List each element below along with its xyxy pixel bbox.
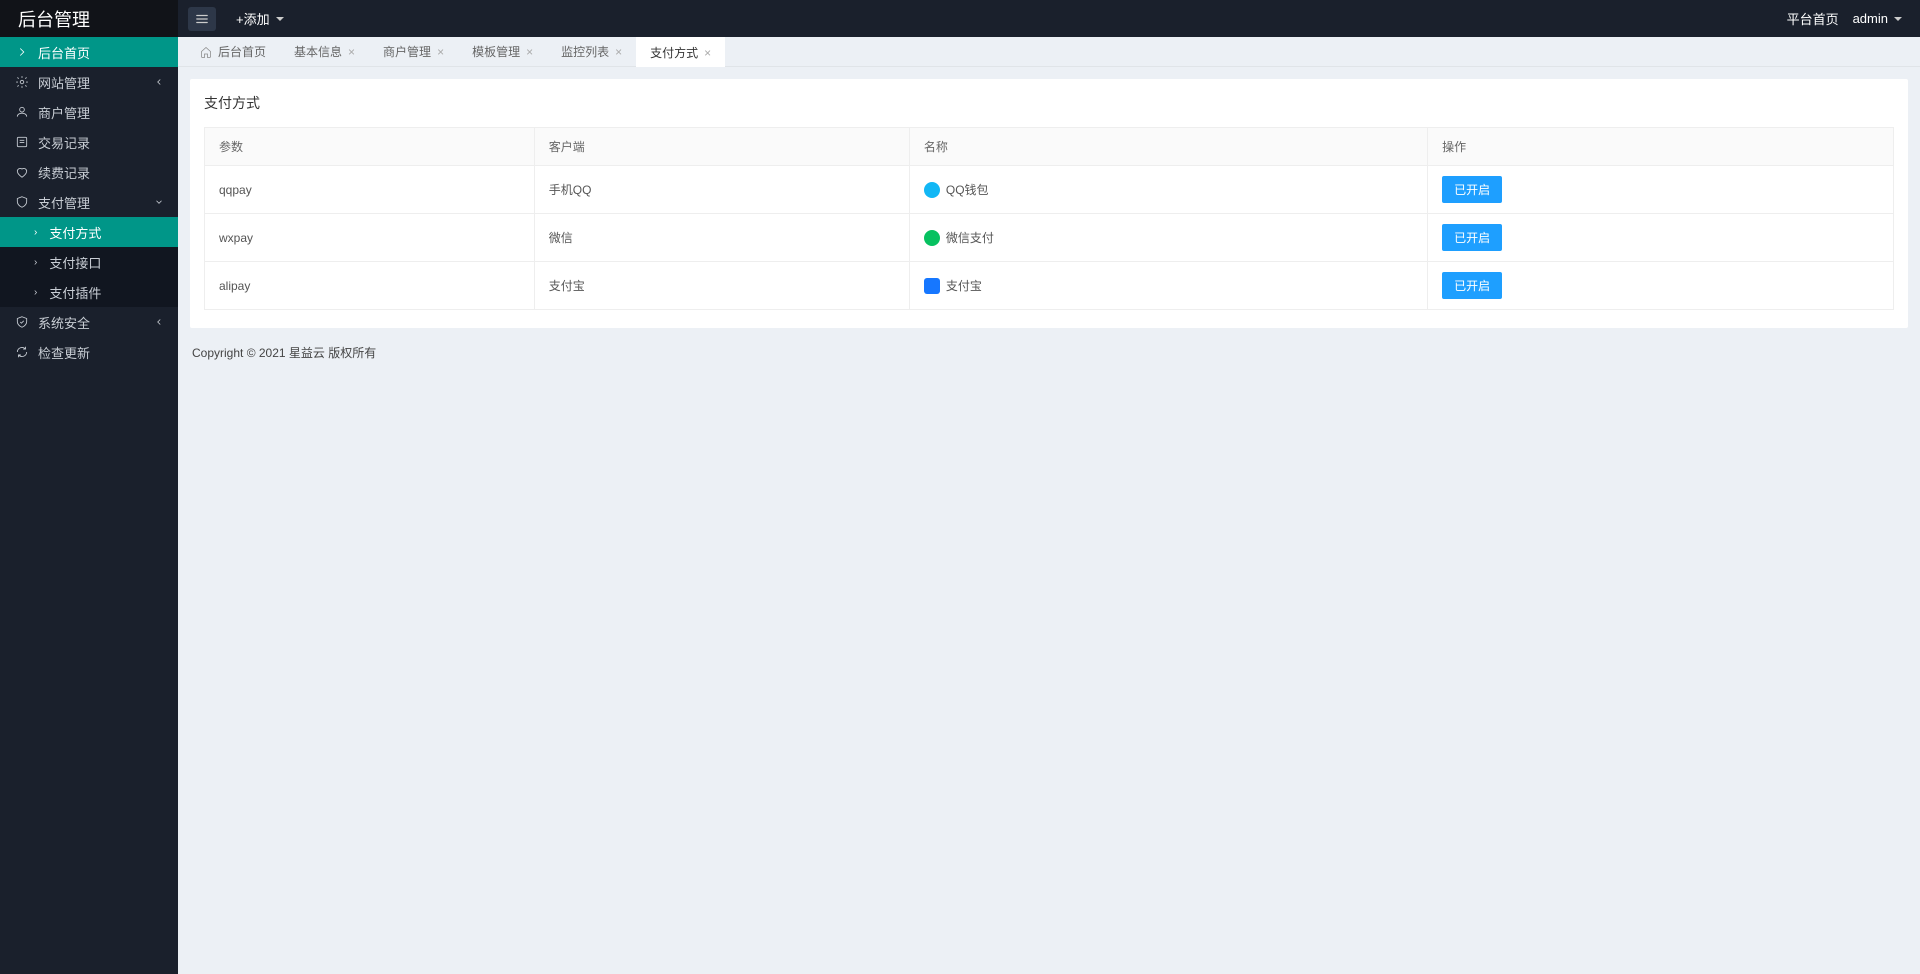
gear-icon (14, 75, 30, 89)
home-icon (200, 46, 212, 58)
sidebar-label: 交易记录 (38, 133, 90, 152)
table-row: qqpay手机QQQQ钱包已开启 (205, 166, 1894, 214)
chevron-right-icon: › (34, 287, 37, 298)
sidebar-sub-pay-plugin[interactable]: › 支付插件 (0, 277, 178, 307)
brand: 后台管理 (0, 0, 178, 37)
panel-title: 支付方式 (204, 93, 1894, 113)
sidebar-sub-pay-method[interactable]: › 支付方式 (0, 217, 178, 247)
sidebar-item-trade[interactable]: 交易记录 (0, 127, 178, 157)
cell-param: alipay (205, 262, 535, 310)
chevron-right-icon: › (34, 257, 37, 268)
tab-label: 后台首页 (218, 43, 266, 60)
chevron-left-icon (154, 315, 164, 330)
col-name: 名称 (909, 128, 1427, 166)
tab-pay-method[interactable]: 支付方式 × (636, 37, 725, 67)
cell-param: qqpay (205, 166, 535, 214)
sidebar-label: 续费记录 (38, 163, 90, 182)
sidebar-label: 支付插件 (49, 283, 101, 302)
cell-client: 手机QQ (534, 166, 909, 214)
menu-icon (195, 12, 209, 26)
sidebar-label: 网站管理 (38, 73, 90, 92)
chevron-left-icon (154, 75, 164, 90)
tab-label: 基本信息 (294, 43, 342, 60)
cell-action: 已开启 (1428, 214, 1894, 262)
close-icon[interactable]: × (704, 46, 711, 60)
col-client: 客户端 (534, 128, 909, 166)
cell-client: 支付宝 (534, 262, 909, 310)
cell-name: 微信支付 (909, 214, 1427, 262)
ali-pay-icon (924, 278, 940, 294)
col-action: 操作 (1428, 128, 1894, 166)
user-label: admin (1853, 11, 1888, 26)
sidebar-label: 商户管理 (38, 103, 90, 122)
footer: Copyright © 2021 星益云 版权所有 (190, 340, 1908, 365)
enable-button[interactable]: 已开启 (1442, 272, 1502, 299)
sidebar-item-merchant[interactable]: 商户管理 (0, 97, 178, 127)
cell-name: QQ钱包 (909, 166, 1427, 214)
shield-icon (14, 195, 30, 209)
sidebar: 后台首页 网站管理 商户管理 交易记录 续费记录 支付管理 (0, 37, 178, 974)
cell-param: wxpay (205, 214, 535, 262)
col-param: 参数 (205, 128, 535, 166)
caret-down-icon (276, 17, 284, 21)
list-icon (14, 135, 30, 149)
enable-button[interactable]: 已开启 (1442, 224, 1502, 251)
sidebar-sub-pay-interface[interactable]: › 支付接口 (0, 247, 178, 277)
sidebar-label: 检查更新 (38, 343, 90, 362)
cell-action: 已开启 (1428, 166, 1894, 214)
sidebar-item-renew[interactable]: 续费记录 (0, 157, 178, 187)
sidebar-item-home[interactable]: 后台首页 (0, 37, 178, 67)
user-icon (14, 105, 30, 119)
tab-basic[interactable]: 基本信息 × (280, 37, 369, 67)
add-label: +添加 (236, 9, 270, 28)
tab-label: 支付方式 (650, 44, 698, 61)
pay-table: 参数 客户端 名称 操作 qqpay手机QQQQ钱包已开启wxpay微信微信支付… (204, 127, 1894, 310)
add-dropdown[interactable]: +添加 (224, 9, 296, 28)
tab-label: 监控列表 (561, 43, 609, 60)
platform-home-link[interactable]: 平台首页 (1787, 9, 1839, 28)
close-icon[interactable]: × (526, 45, 533, 59)
sidebar-label: 支付接口 (49, 253, 101, 272)
caret-down-icon (1894, 17, 1902, 21)
sidebar-item-security[interactable]: 系统安全 (0, 307, 178, 337)
cell-action: 已开启 (1428, 262, 1894, 310)
tabs: 后台首页 基本信息 × 商户管理 × 模板管理 × 监控列表 × (178, 37, 1920, 67)
topbar: 后台管理 +添加 平台首页 admin (0, 0, 1920, 37)
chevron-down-icon (154, 195, 164, 210)
sidebar-submenu-pay: › 支付方式 › 支付接口 › 支付插件 (0, 217, 178, 307)
sidebar-item-update[interactable]: 检查更新 (0, 337, 178, 367)
enable-button[interactable]: 已开启 (1442, 176, 1502, 203)
sidebar-toggle[interactable] (188, 7, 216, 31)
chevron-right-icon (14, 45, 30, 59)
tab-merchant[interactable]: 商户管理 × (369, 37, 458, 67)
tab-monitor[interactable]: 监控列表 × (547, 37, 636, 67)
cell-name: 支付宝 (909, 262, 1427, 310)
table-row: wxpay微信微信支付已开启 (205, 214, 1894, 262)
refresh-icon (14, 345, 30, 359)
panel-pay-method: 支付方式 参数 客户端 名称 操作 qqpay手机QQQQ钱包已开启wxpay微… (190, 79, 1908, 328)
close-icon[interactable]: × (348, 45, 355, 59)
heart-icon (14, 165, 30, 179)
user-menu[interactable]: admin (1853, 11, 1902, 26)
wx-pay-icon (924, 230, 940, 246)
shield-check-icon (14, 315, 30, 329)
qq-pay-icon (924, 182, 940, 198)
sidebar-label: 支付管理 (38, 193, 90, 212)
close-icon[interactable]: × (615, 45, 622, 59)
close-icon[interactable]: × (437, 45, 444, 59)
tab-label: 商户管理 (383, 43, 431, 60)
sidebar-label: 后台首页 (38, 43, 90, 62)
tab-template[interactable]: 模板管理 × (458, 37, 547, 67)
tab-home[interactable]: 后台首页 (186, 37, 280, 67)
table-row: alipay支付宝支付宝已开启 (205, 262, 1894, 310)
chevron-right-icon: › (34, 227, 37, 238)
sidebar-item-site[interactable]: 网站管理 (0, 67, 178, 97)
tab-label: 模板管理 (472, 43, 520, 60)
sidebar-label: 系统安全 (38, 313, 90, 332)
sidebar-item-pay[interactable]: 支付管理 (0, 187, 178, 217)
sidebar-label: 支付方式 (49, 223, 101, 242)
cell-client: 微信 (534, 214, 909, 262)
